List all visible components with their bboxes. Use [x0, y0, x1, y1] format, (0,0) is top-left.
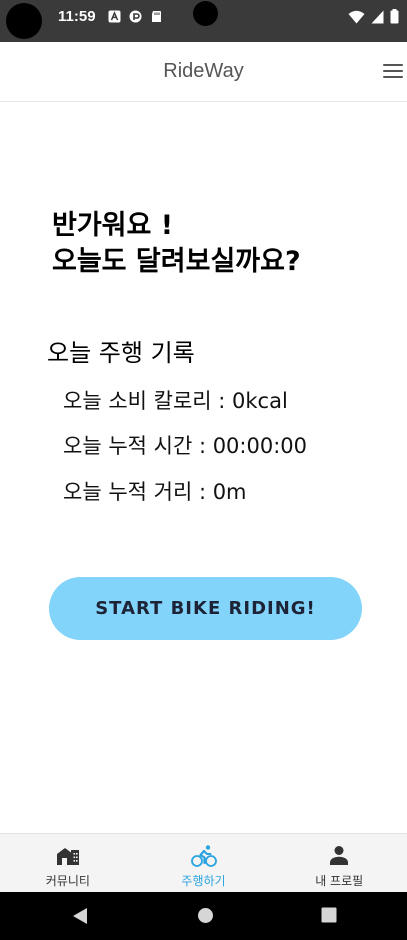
- bottom-nav: 커뮤니티 주행하기 내 프로필: [0, 833, 407, 892]
- battery-icon: [390, 9, 399, 24]
- today-calories: 오늘 소비 칼로리 : 0kcal: [63, 389, 288, 413]
- notification-a-icon: [108, 10, 121, 23]
- nav-item-ride[interactable]: 주행하기: [136, 834, 272, 892]
- nav-label-ride: 주행하기: [181, 874, 226, 888]
- nav-item-community[interactable]: 커뮤니티: [0, 834, 136, 892]
- back-icon[interactable]: [72, 907, 88, 925]
- recents-icon[interactable]: [321, 907, 337, 923]
- sd-card-icon: [152, 11, 161, 22]
- nav-label-community: 커뮤니티: [45, 874, 90, 888]
- greeting-line-2: 오늘도 달려보실까요?: [52, 246, 301, 277]
- status-bar: 11:59: [0, 0, 407, 42]
- today-record-heading: 오늘 주행 기록: [47, 339, 195, 367]
- signal-icon: [371, 10, 384, 23]
- notification-app-icon: [129, 10, 142, 23]
- start-bike-riding-button[interactable]: START BIKE RIDING!: [49, 577, 362, 640]
- today-distance: 오늘 누적 거리 : 0m: [63, 480, 247, 504]
- home-icon[interactable]: [197, 907, 214, 924]
- camera-cutout: [6, 3, 42, 39]
- greeting-line-1: 반가워요 !: [52, 210, 174, 241]
- bike-icon: [190, 845, 217, 867]
- community-icon: [56, 848, 79, 865]
- front-camera: [193, 1, 218, 26]
- app-header: RideWay: [0, 42, 407, 102]
- nav-label-profile: 내 프로필: [315, 874, 364, 888]
- today-time: 오늘 누적 시간 : 00:00:00: [63, 434, 308, 458]
- menu-icon: [383, 64, 403, 66]
- person-icon: [330, 846, 349, 865]
- system-nav-bar: [0, 892, 407, 940]
- status-time: 11:59: [58, 8, 96, 25]
- menu-button[interactable]: [383, 61, 405, 81]
- nav-item-profile[interactable]: 내 프로필: [271, 834, 407, 892]
- wifi-icon: [348, 10, 365, 23]
- app-title: RideWay: [163, 60, 244, 82]
- greeting-text: 반가워요 ! 오늘도 달려보실까요?: [52, 208, 301, 280]
